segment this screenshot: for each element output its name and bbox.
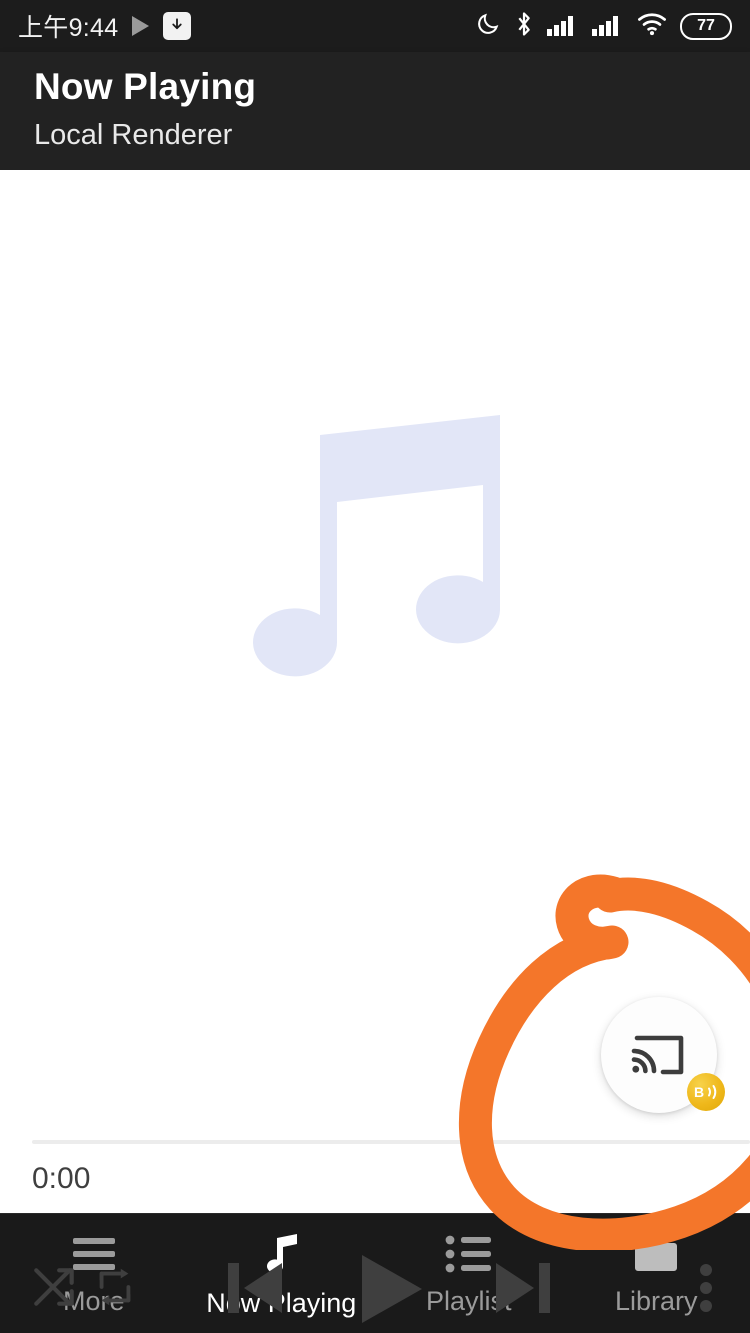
status-clock: 上午9:44 (18, 14, 119, 42)
bubbleupnp-broadcast-icon: B (687, 1073, 725, 1111)
play-icon (362, 1255, 422, 1323)
overflow-menu-icon (700, 1264, 712, 1312)
badge-letter: B (694, 1084, 704, 1100)
wifi-icon (637, 12, 667, 41)
dnd-moon-icon (475, 11, 501, 42)
download-icon (163, 12, 192, 40)
cast-button[interactable]: B (601, 997, 725, 1113)
shuffle-button[interactable] (26, 1258, 84, 1316)
renderer-subtitle: Local Renderer (34, 119, 233, 151)
previous-button[interactable] (218, 1252, 292, 1324)
music-note-icon (253, 415, 500, 677)
seek-bar[interactable] (32, 1140, 750, 1144)
album-art-placeholder (0, 170, 750, 960)
previous-track-icon (228, 1263, 282, 1313)
signal-icon (547, 12, 579, 41)
shuffle-icon (34, 1268, 74, 1306)
bluetooth-icon (514, 10, 534, 43)
play-button[interactable] (348, 1248, 432, 1330)
page-title: Now Playing (34, 66, 257, 107)
app-header: Now Playing Local Renderer (0, 52, 750, 170)
repeat-icon (99, 1268, 131, 1306)
status-bar-left: 上午9:44 (18, 8, 192, 44)
battery-icon: 77 (680, 12, 732, 40)
battery-level: 77 (697, 17, 715, 34)
transport-controls (0, 1248, 750, 1332)
now-playing-content: B 0:00 (0, 170, 750, 1323)
cast-icon (631, 1035, 684, 1075)
status-bar-right: 77 (475, 10, 732, 43)
signal-icon (592, 12, 624, 41)
status-bar: 上午9:44 77 (0, 0, 750, 52)
overflow-menu-button[interactable] (678, 1258, 734, 1318)
next-track-icon (496, 1263, 550, 1313)
next-button[interactable] (486, 1252, 560, 1324)
play-icon (132, 16, 150, 36)
current-time-label: 0:00 (32, 1162, 91, 1195)
repeat-button[interactable] (86, 1258, 144, 1316)
phone-screen: 上午9:44 77 Now Playing Local Renderer B 0… (0, 0, 750, 1333)
